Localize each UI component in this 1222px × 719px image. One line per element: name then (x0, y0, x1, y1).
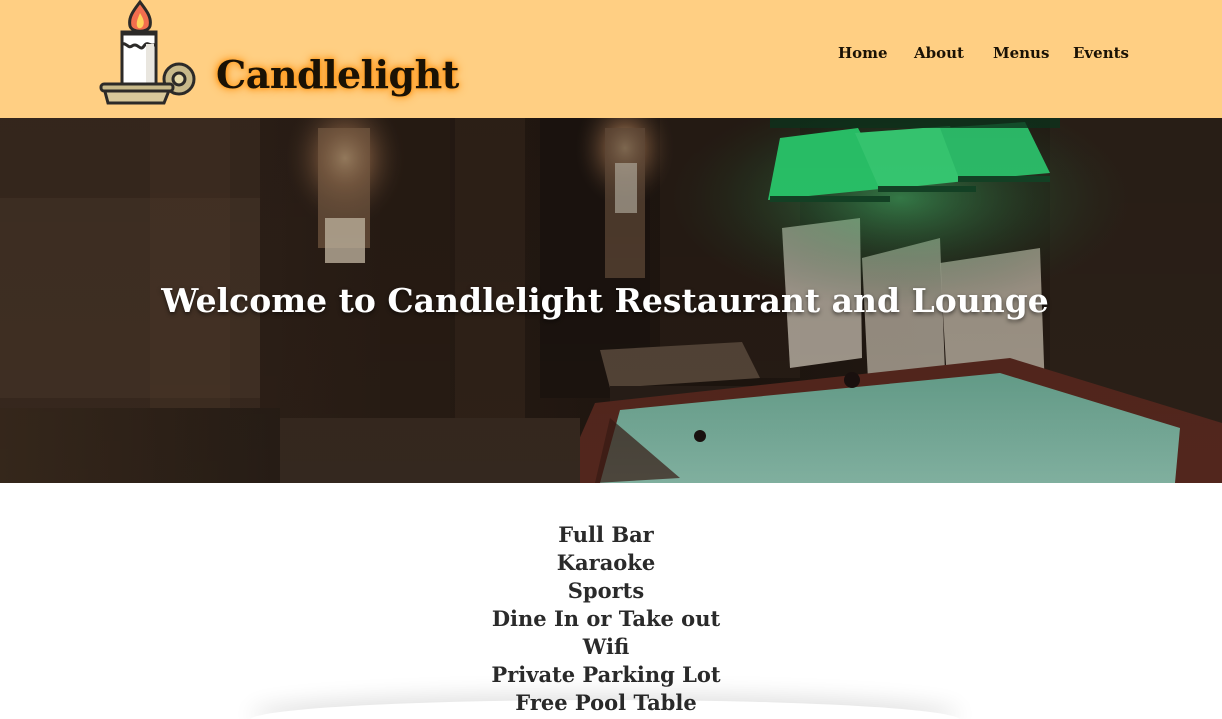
candle-holder-icon (99, 0, 196, 105)
nav-events-link[interactable]: Events (1073, 44, 1129, 62)
nav-home-link[interactable]: Home (838, 44, 888, 62)
feature-dine-in: Dine In or Take out (491, 606, 721, 631)
hero-title: Welcome to Candlelight Restaurant and Lo… (161, 281, 1049, 320)
logo-link[interactable]: Candlelight (98, 0, 459, 112)
feature-wifi: Wifi (582, 634, 630, 659)
feature-parking: Private Parking Lot (491, 662, 721, 687)
features-list: Full Bar Karaoke Sports Dine In or Take … (0, 521, 1212, 717)
feature-karaoke: Karaoke (556, 550, 656, 575)
feature-sports: Sports (567, 578, 645, 603)
feature-full-bar: Full Bar (558, 522, 654, 547)
site-header: Candlelight Home About Menus Events (0, 0, 1222, 118)
nav-about-link[interactable]: About (914, 44, 964, 62)
hero-banner: Welcome to Candlelight Restaurant and Lo… (0, 118, 1222, 483)
nav-menus-link[interactable]: Menus (993, 44, 1049, 62)
logo-text: Candlelight (216, 52, 459, 97)
feature-pool-table: Free Pool Table (515, 690, 697, 715)
